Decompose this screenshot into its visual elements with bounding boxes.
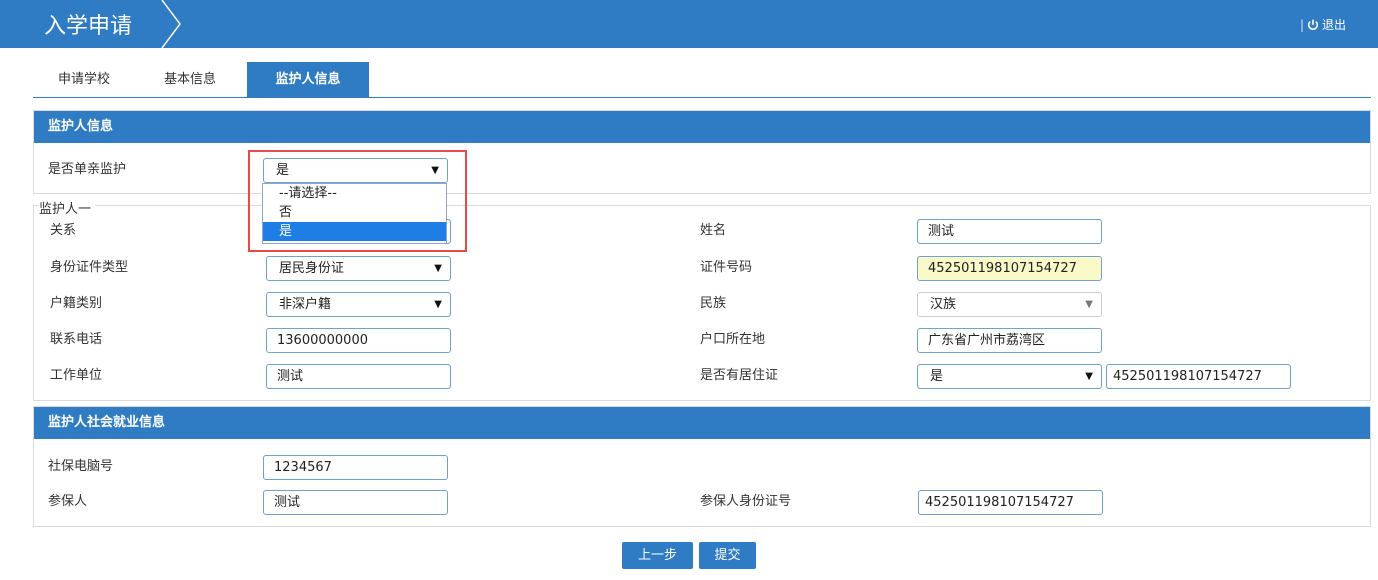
insured-id-input[interactable]: 452501198107154727: [918, 490, 1103, 515]
insured-id-label: 参保人身份证号: [700, 494, 792, 509]
chevron-down-icon: ▼: [434, 263, 442, 274]
hukou-location-label: 户口所在地: [700, 332, 766, 347]
work-unit-input[interactable]: 测试: [266, 364, 451, 389]
id-number-label: 证件号码: [700, 260, 753, 275]
logout-separator: |: [1299, 17, 1304, 32]
social-no-label: 社保电脑号: [48, 459, 114, 474]
id-type-value: 居民身份证: [279, 261, 345, 276]
chevron-down-icon: ▼: [1085, 299, 1093, 310]
hukou-location-input[interactable]: 广东省广州市荔湾区: [917, 328, 1102, 353]
tab-underline: [33, 97, 1371, 98]
ethnicity-select[interactable]: 汉族 ▼: [917, 292, 1102, 317]
insured-label: 参保人: [48, 494, 88, 509]
hukou-type-label: 户籍类别: [50, 296, 103, 311]
id-type-label: 身份证件类型: [50, 260, 129, 275]
id-type-select[interactable]: 居民身份证 ▼: [266, 256, 451, 281]
guardian-one-legend: 监护人一: [39, 198, 96, 217]
prev-step-button[interactable]: 上一步: [622, 542, 693, 569]
highlight-annotation-box: [248, 150, 467, 252]
chevron-down-icon: ▼: [434, 299, 442, 310]
chevron-down-icon: ▼: [1085, 371, 1093, 382]
name-input[interactable]: 测试: [917, 219, 1102, 244]
single-parent-label: 是否单亲监护: [48, 162, 127, 177]
social-no-input[interactable]: 1234567: [263, 455, 448, 480]
residence-permit-value: 是: [930, 369, 944, 384]
breadcrumb-chevron-icon: [161, 0, 181, 48]
page-title: 入学申请: [44, 14, 133, 39]
tab-guardian-info[interactable]: 监护人信息: [247, 62, 369, 98]
work-unit-label: 工作单位: [50, 368, 103, 383]
ethnicity-value: 汉族: [930, 297, 957, 312]
logout-label: 退出: [1321, 18, 1346, 32]
residence-permit-number-input[interactable]: 452501198107154727: [1106, 364, 1291, 389]
residence-permit-label: 是否有居住证: [700, 368, 779, 383]
residence-permit-select[interactable]: 是 ▼: [917, 364, 1102, 389]
hukou-type-select[interactable]: 非深户籍 ▼: [266, 292, 451, 317]
tab-basic-info[interactable]: 基本信息: [142, 62, 238, 98]
hukou-type-value: 非深户籍: [279, 297, 332, 312]
phone-label: 联系电话: [50, 332, 103, 347]
guardian-panel: 监护人信息: [33, 110, 1371, 194]
app-header: 入学申请 | 退出: [0, 0, 1378, 48]
relation-label: 关系: [50, 223, 77, 238]
ethnicity-label: 民族: [700, 296, 727, 311]
submit-button[interactable]: 提交: [699, 542, 756, 569]
name-label: 姓名: [700, 223, 727, 238]
guardian-panel-title: 监护人信息: [34, 111, 1370, 143]
tab-school[interactable]: 申请学校: [36, 62, 132, 98]
logout-link[interactable]: | 退出: [1300, 16, 1346, 33]
social-panel-title: 监护人社会就业信息: [34, 407, 1370, 439]
phone-input[interactable]: 13600000000: [266, 328, 451, 353]
power-icon: [1307, 19, 1319, 30]
insured-input[interactable]: 测试: [263, 490, 448, 515]
id-number-input[interactable]: 452501198107154727: [917, 256, 1102, 281]
